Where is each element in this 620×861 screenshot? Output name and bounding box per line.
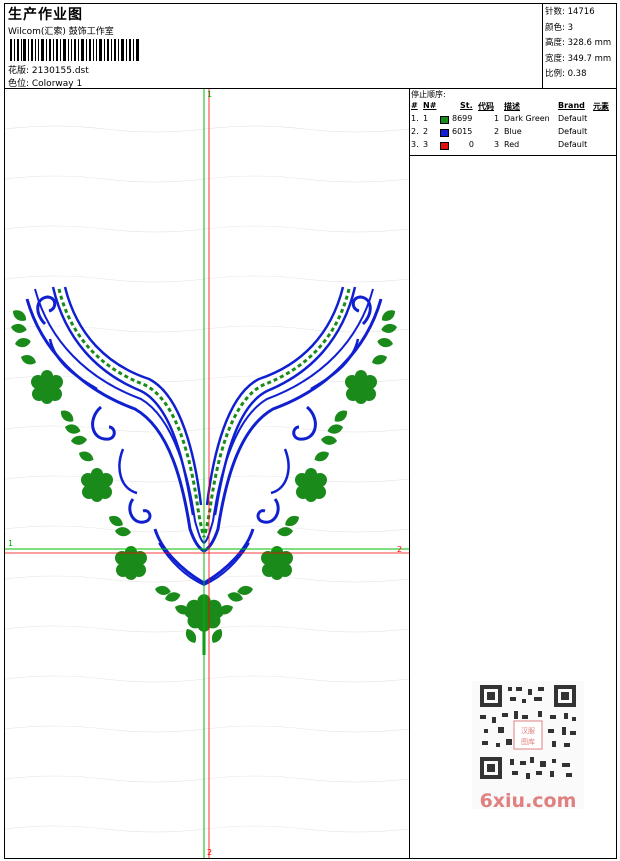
header: 生产作业图 Wilcom(汇索) 鼓饰工作室 花版: 2130155.dst 色… — [4, 3, 542, 89]
stop-sequence-header: # N# St. 代码 描述 Brand 元素 — [410, 101, 617, 113]
watermark-stamp-top: 汉服 — [521, 727, 535, 735]
qr-code-icon: 汉服 图库 6xiu.com — [472, 681, 584, 812]
stop-stitches: 0 — [468, 140, 474, 149]
axis-top-label: 1 — [207, 90, 212, 99]
page-title: 生产作业图 — [8, 7, 83, 23]
axis-left-label: 1 — [8, 539, 13, 548]
stop-description: Blue — [504, 127, 522, 136]
watermark-site: 6xiu.com — [480, 790, 577, 809]
col-description: 描述 — [504, 102, 520, 111]
col-brand: Brand — [558, 101, 585, 110]
stop-needle: 1 — [423, 114, 429, 123]
col-stitches: St. — [460, 101, 473, 110]
stop-description: Dark Green — [504, 114, 550, 123]
stop-stitches: 8699 — [452, 114, 473, 123]
design-info-panel: 针数: 14716 颜色: 3 高度: 328.6 mm 宽度: 349.7 m… — [542, 3, 617, 88]
background-hatching — [5, 125, 409, 833]
stop-needle: 3 — [423, 140, 429, 149]
stop-num: 2. — [411, 127, 419, 136]
design-right-half — [204, 287, 398, 619]
design-ratio: 比例: 0.38 — [545, 69, 587, 79]
axis-right-label: 2 — [397, 545, 402, 554]
axis-bottom-label: 2 — [207, 848, 212, 857]
color-count: 颜色: 3 — [545, 22, 573, 33]
color-swatch — [440, 129, 449, 137]
color-swatch — [440, 116, 449, 124]
stop-code: 3 — [494, 140, 500, 149]
stop-brand: Default — [558, 127, 588, 136]
stop-brand: Default — [558, 114, 588, 123]
col-index: # — [411, 101, 418, 110]
subtitle: Wilcom(汇索) 鼓饰工作室 — [8, 27, 114, 37]
stop-needle: 2 — [423, 127, 429, 136]
design-file-label: 花版: 2130155.dst — [8, 66, 89, 76]
watermark-qr: 汉服 图库 6xiu.com — [472, 681, 584, 812]
col-needle: N# — [423, 101, 437, 110]
stop-sequence-title: 停止顺序: — [411, 90, 446, 99]
col-element: 元素 — [593, 102, 609, 111]
color-swatch — [440, 142, 449, 150]
design-width: 宽度: 349.7 mm — [545, 53, 612, 64]
design-left-half — [10, 287, 204, 619]
stop-row: 3. 3 0 3 Red Default — [410, 140, 617, 152]
stop-code: 1 — [494, 114, 500, 123]
watermark-stamp-bottom: 图库 — [521, 737, 535, 746]
barcode — [10, 39, 139, 61]
stop-brand: Default — [558, 140, 588, 149]
stop-sequence-divider — [410, 155, 617, 156]
stop-stitches: 6015 — [452, 127, 473, 136]
design-height: 高度: 328.6 mm — [545, 38, 612, 48]
stop-description: Red — [504, 140, 520, 149]
stitch-count: 针数: 14716 — [545, 7, 595, 17]
col-code: 代码 — [478, 102, 494, 111]
embroidery-preview: 1 2 1 2 — [5, 89, 409, 858]
stop-code: 2 — [494, 127, 500, 136]
stop-row: 1. 1 8699 1 Dark Green Default — [410, 114, 617, 126]
stop-num: 3. — [411, 140, 419, 149]
panel-divider — [409, 88, 410, 859]
stop-row: 2. 2 6015 2 Blue Default — [410, 127, 617, 139]
stop-sequence-panel: 停止顺序: # N# St. 代码 描述 Brand 元素 1. 1 8699 … — [410, 89, 617, 155]
stop-num: 1. — [411, 114, 419, 123]
